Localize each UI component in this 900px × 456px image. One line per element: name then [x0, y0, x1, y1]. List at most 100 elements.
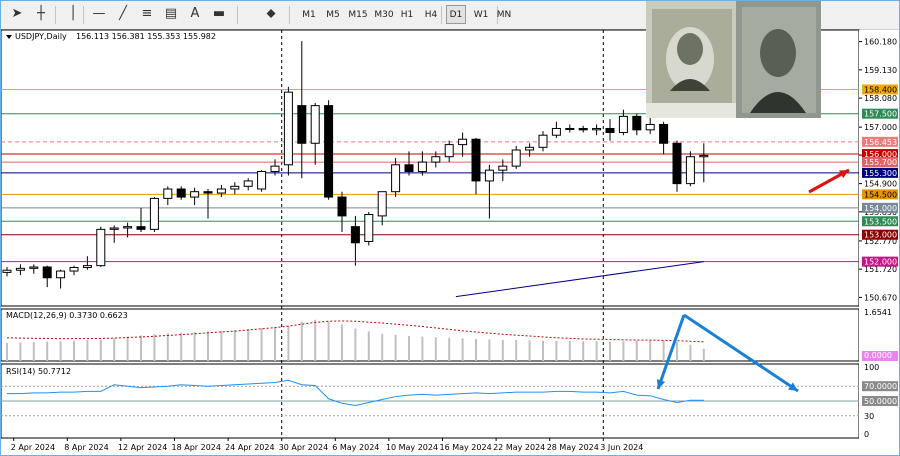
candle-bull: [82, 265, 92, 269]
rsi-axis-label: 100: [864, 363, 879, 372]
rsi-axis-label: 0: [864, 430, 869, 439]
candle-bull: [511, 149, 521, 167]
ohlc-readout: 156.113 156.381 155.353 155.982: [76, 32, 216, 41]
candle-bull: [29, 266, 39, 269]
candle-bull: [431, 156, 441, 163]
candle-bull: [592, 127, 602, 131]
price-level-label: 153.500: [864, 217, 897, 226]
price-level-label: 154.000: [864, 204, 897, 213]
candle-bull: [230, 185, 240, 190]
time-tick-label: 10 May 2024: [386, 443, 438, 452]
macd-axis-label: 0.0000: [864, 351, 892, 360]
candle-bull: [96, 228, 106, 267]
price-level-label: 153.000: [864, 231, 897, 240]
time-tick-label: 28 May 2024: [547, 443, 599, 452]
time-tick-label: 18 Apr 2024: [172, 443, 221, 452]
price-tick-label: 158.080: [864, 94, 897, 103]
rsi-axis-label: 70.0000: [864, 382, 897, 391]
rsi-axis-label: 50.0000: [864, 397, 897, 406]
candle-bear: [672, 142, 682, 185]
candle-bull: [15, 267, 25, 271]
macd-pane: [1, 308, 860, 362]
candle-bull: [498, 165, 508, 171]
candle-bear: [659, 123, 669, 144]
price-tick-label: 150.670: [864, 293, 897, 302]
rsi-line: [7, 379, 704, 406]
candle-bull: [484, 169, 494, 182]
time-tick-label: 12 Apr 2024: [118, 443, 167, 452]
candle-bull: [699, 154, 709, 158]
candle-bear: [578, 127, 588, 131]
time-tick-label: 22 May 2024: [493, 443, 545, 452]
candle-bull: [69, 267, 79, 272]
time-tick-label: 3 Jun 2024: [600, 443, 643, 452]
annotation-arrow: [683, 313, 799, 393]
time-tick-label: 8 Apr 2024: [64, 443, 108, 452]
candle-bear: [471, 138, 481, 182]
price-level-label: 155.700: [864, 158, 897, 167]
candle-bull: [257, 171, 267, 190]
macd-label: MACD(12,26,9) 0.3730 0.6623: [6, 311, 128, 320]
candle-bear: [404, 164, 414, 173]
price-tick-label: 154.900: [864, 180, 897, 189]
candle-bull: [525, 146, 535, 151]
candle-bear: [337, 196, 347, 217]
candle-bull: [56, 270, 66, 279]
annotation-arrow: [656, 314, 686, 390]
banknotes-photo: [646, 1, 821, 118]
candle-bull: [149, 197, 159, 230]
candle-bull: [645, 123, 655, 131]
price-tick-label: 160.180: [864, 38, 897, 47]
price-tick-label: 159.130: [864, 66, 897, 75]
candle-bull: [364, 214, 374, 242]
price-level-label: 155.300: [864, 169, 897, 178]
price-level-label: 157.500: [864, 110, 897, 119]
time-tick-label: 30 Apr 2024: [279, 443, 328, 452]
price-level-label: 158.400: [864, 85, 897, 94]
candle-bull: [243, 180, 253, 187]
candle-bull: [565, 127, 575, 130]
candle-bear: [632, 115, 642, 131]
candle-bear: [350, 226, 360, 244]
price-level-label: 154.500: [864, 190, 897, 199]
annotation-arrowhead: [656, 379, 666, 389]
candle-bull: [163, 188, 173, 199]
trendline: [455, 261, 704, 298]
candle-bear: [176, 188, 186, 198]
candle-bull: [391, 164, 401, 193]
candle-bull: [618, 115, 628, 134]
time-tick-label: 2 Apr 2024: [11, 443, 55, 452]
terminal-window: ➤ ┼ │ — ╱ ≡ ▤ A ▬ ⬥ M1 M5 M15 M30 H1 H4 D1 W1 MN 160.180 15…: [0, 0, 900, 456]
candle-bull: [458, 138, 468, 146]
time-tick-label: 16 May 2024: [440, 443, 492, 452]
candle-bull: [216, 188, 226, 194]
macd-axis-label: 1.6541: [864, 308, 892, 317]
candle-bull: [190, 191, 200, 198]
candle-bull: [444, 144, 454, 158]
candle-bull: [2, 269, 12, 273]
candle-bull: [551, 127, 561, 136]
candle-bear: [324, 105, 334, 198]
candle-bear: [297, 105, 307, 144]
price-level-label: 152.000: [864, 258, 897, 267]
candle-bull: [538, 134, 548, 148]
rsi-axis-label: 30: [864, 412, 874, 421]
time-tick-label: 24 Apr 2024: [225, 443, 274, 452]
candle-bull: [417, 161, 427, 173]
candle-bear: [136, 226, 146, 230]
candle-bull: [283, 91, 293, 166]
candle-bull: [377, 191, 387, 217]
candle-bull: [109, 227, 119, 230]
candle-bull: [123, 226, 133, 229]
candle-bull: [685, 156, 695, 185]
price-tick-label: 157.000: [864, 123, 897, 132]
chart-symbol-title: USDJPY,Daily: [15, 32, 67, 41]
candle-bull: [270, 165, 280, 173]
rsi-label: RSI(14) 50.7712: [6, 367, 71, 376]
candle-bull: [310, 105, 320, 144]
price-level-label: 156.453: [864, 138, 897, 147]
candle-bear: [42, 266, 52, 279]
time-tick-label: 6 May 2024: [332, 443, 379, 452]
candle-bear: [605, 127, 615, 134]
symbol-menu-icon[interactable]: [6, 35, 12, 39]
